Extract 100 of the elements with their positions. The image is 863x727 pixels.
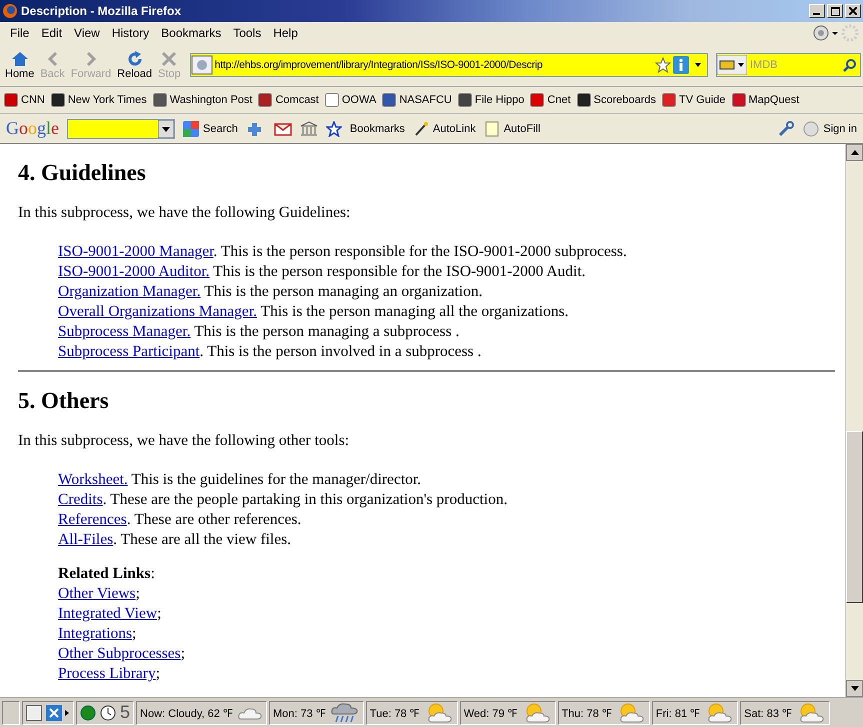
- bookmark-link[interactable]: OOWA: [324, 93, 376, 107]
- weather-panel[interactable]: Mon: 73 ℉: [268, 700, 364, 724]
- link[interactable]: Organization Manager.: [58, 283, 201, 300]
- intro-text: In this subprocess, we have the following Guidelines:: [18, 204, 352, 222]
- status-panel: [2, 700, 20, 724]
- toolbar-item[interactable]: AutoLink: [412, 120, 476, 136]
- intro-text: In this subprocess, we have the following other tools:: [18, 432, 350, 450]
- mail-icon[interactable]: [274, 122, 292, 136]
- counter-text: 5: [120, 702, 130, 723]
- dropdown-arrow-icon[interactable]: [158, 120, 174, 138]
- star-icon[interactable]: [655, 57, 671, 73]
- list-entry: ISO-9001-2000 Manager. This is the person responsible for the ISO-9001-2000 subprocess.: [58, 242, 628, 262]
- list-entry: Process Library;: [58, 664, 162, 684]
- browser-logo-icon: [2, 3, 18, 19]
- link[interactable]: ISO-9001-2000 Manager: [58, 243, 214, 260]
- bookmark-link[interactable]: NASAFCU: [382, 93, 452, 107]
- maximize-icon: [830, 6, 840, 16]
- link[interactable]: Integrated View: [58, 605, 158, 622]
- menu-item[interactable]: File: [4, 24, 36, 42]
- search-input[interactable]: IMDB: [750, 59, 840, 71]
- site-icon: [190, 55, 213, 75]
- clock-icon[interactable]: [100, 704, 116, 720]
- scrollbar[interactable]: [845, 144, 863, 697]
- list-entry: Overall Organizations Manager. This is the person managing all the organizations.: [58, 302, 570, 322]
- google-logo: Google: [6, 118, 60, 139]
- reload-button[interactable]: Reload: [114, 48, 156, 82]
- link[interactable]: Worksheet.: [58, 471, 128, 488]
- menu-item[interactable]: Bookmarks: [155, 24, 228, 42]
- throbber-icon: [841, 24, 859, 42]
- menu-item[interactable]: Help: [267, 24, 304, 42]
- list-entry: Subprocess Manager. This is the person managing a subprocess .: [58, 322, 460, 342]
- forecast-text: Mon: 73 ℉: [272, 707, 326, 720]
- toolbar-item[interactable]: Search: [183, 120, 238, 136]
- search-engine-icon[interactable]: [717, 55, 747, 75]
- close-button[interactable]: [845, 4, 861, 18]
- forecast-text: Tue: 78 ℉: [370, 707, 420, 720]
- link[interactable]: Other Views: [58, 585, 136, 602]
- weather-panel[interactable]: Wed: 79 ℉: [460, 700, 556, 724]
- scroll-down-icon[interactable]: [850, 686, 858, 691]
- weather-panel[interactable]: Sat: 83 ℉: [740, 700, 830, 724]
- google-search-field[interactable]: [67, 118, 176, 138]
- list-entry: Worksheet. This is the guidelines for the manager/director.: [58, 470, 422, 490]
- search-bar[interactable]: IMDB: [716, 53, 861, 77]
- list-entry: Integrations;: [58, 624, 138, 644]
- wrench-icon[interactable]: [777, 120, 796, 136]
- bookmark-link[interactable]: New York Times: [50, 93, 147, 107]
- status-indicator-icon[interactable]: [813, 25, 841, 41]
- wand-icon: [412, 120, 429, 136]
- weather-panel[interactable]: Tue: 78 ℉: [366, 700, 458, 724]
- link[interactable]: Subprocess Manager.: [58, 323, 191, 340]
- list-entry: Other Subprocesses;: [58, 644, 186, 664]
- bookmark-link[interactable]: Cnet: [530, 93, 571, 107]
- bookmark-link[interactable]: Scoreboards: [576, 93, 656, 107]
- related-links-label: Related Links:: [58, 564, 156, 584]
- address-bar[interactable]: http://ehbs.org/improvement/library/Integration/ISs/ISO-9001-2000/Descrip: [190, 53, 708, 77]
- home-button[interactable]: Home: [2, 48, 38, 82]
- toolbar-item[interactable]: Sign in: [803, 120, 857, 136]
- bookmark-link[interactable]: MapQuest: [732, 93, 800, 107]
- menu-item[interactable]: Edit: [35, 24, 68, 42]
- forecast-text: Thu: 78 ℉: [562, 707, 612, 720]
- menu-item[interactable]: View: [68, 24, 106, 42]
- bookmark-link[interactable]: File Hippo: [458, 93, 524, 107]
- home-icon: [10, 50, 29, 66]
- link[interactable]: Credits: [58, 491, 103, 508]
- menu-item[interactable]: History: [106, 24, 156, 42]
- link[interactable]: Overall Organizations Manager.: [58, 303, 257, 320]
- list-entry: ISO-9001-2000 Auditor. This is the person responsible for the ISO-9001-2000 Audit.: [58, 262, 587, 282]
- link[interactable]: Subprocess Participant: [58, 343, 200, 360]
- search-icon[interactable]: [843, 58, 857, 72]
- list-entry: Integrated View;: [58, 604, 162, 624]
- link[interactable]: All-Files: [58, 531, 114, 548]
- weather-panel[interactable]: Fri: 81 ℉: [652, 700, 738, 724]
- scroll-up-icon[interactable]: [850, 150, 858, 155]
- maximize-button[interactable]: [827, 4, 843, 18]
- weather-panel[interactable]: Thu: 78 ℉: [558, 700, 650, 724]
- section-heading: 4. Guidelines: [18, 160, 147, 186]
- toolbar-item[interactable]: AutoFill: [484, 120, 540, 136]
- bookmark-link[interactable]: Comcast: [258, 93, 319, 107]
- close-icon: [849, 7, 857, 15]
- menu-item[interactable]: Tools: [227, 24, 268, 42]
- link[interactable]: References: [58, 511, 127, 528]
- forecast-text: Wed: 79 ℉: [464, 707, 518, 720]
- status-light-icon[interactable]: [80, 704, 96, 720]
- star-icon[interactable]: [326, 120, 342, 136]
- link[interactable]: Other Subprocesses: [58, 645, 181, 662]
- toolbar-item[interactable]: Bookmarks: [350, 122, 405, 134]
- link[interactable]: Integrations: [58, 625, 132, 642]
- weather-panel[interactable]: Now: Cloudy, 62 ℉: [136, 700, 267, 724]
- minimize-button[interactable]: [809, 4, 825, 18]
- bank-icon[interactable]: [300, 120, 318, 136]
- bookmark-link[interactable]: Washington Post: [152, 93, 252, 107]
- forecast-text: Now: Cloudy, 62 ℉: [140, 707, 233, 720]
- link[interactable]: ISO-9001-2000 Auditor.: [58, 263, 210, 280]
- link[interactable]: Process Library: [58, 665, 156, 682]
- address-input[interactable]: http://ehbs.org/improvement/library/Integration/ISs/ISO-9001-2000/Descrip: [214, 59, 653, 71]
- bookmark-link[interactable]: CNN: [4, 93, 45, 107]
- list-entry: References. These are other references.: [58, 510, 302, 530]
- forecast-text: Fri: 81 ℉: [656, 707, 700, 720]
- list-entry: Subprocess Participant. This is the person involved in a subprocess .: [58, 342, 482, 362]
- bookmark-link[interactable]: TV Guide: [662, 93, 726, 107]
